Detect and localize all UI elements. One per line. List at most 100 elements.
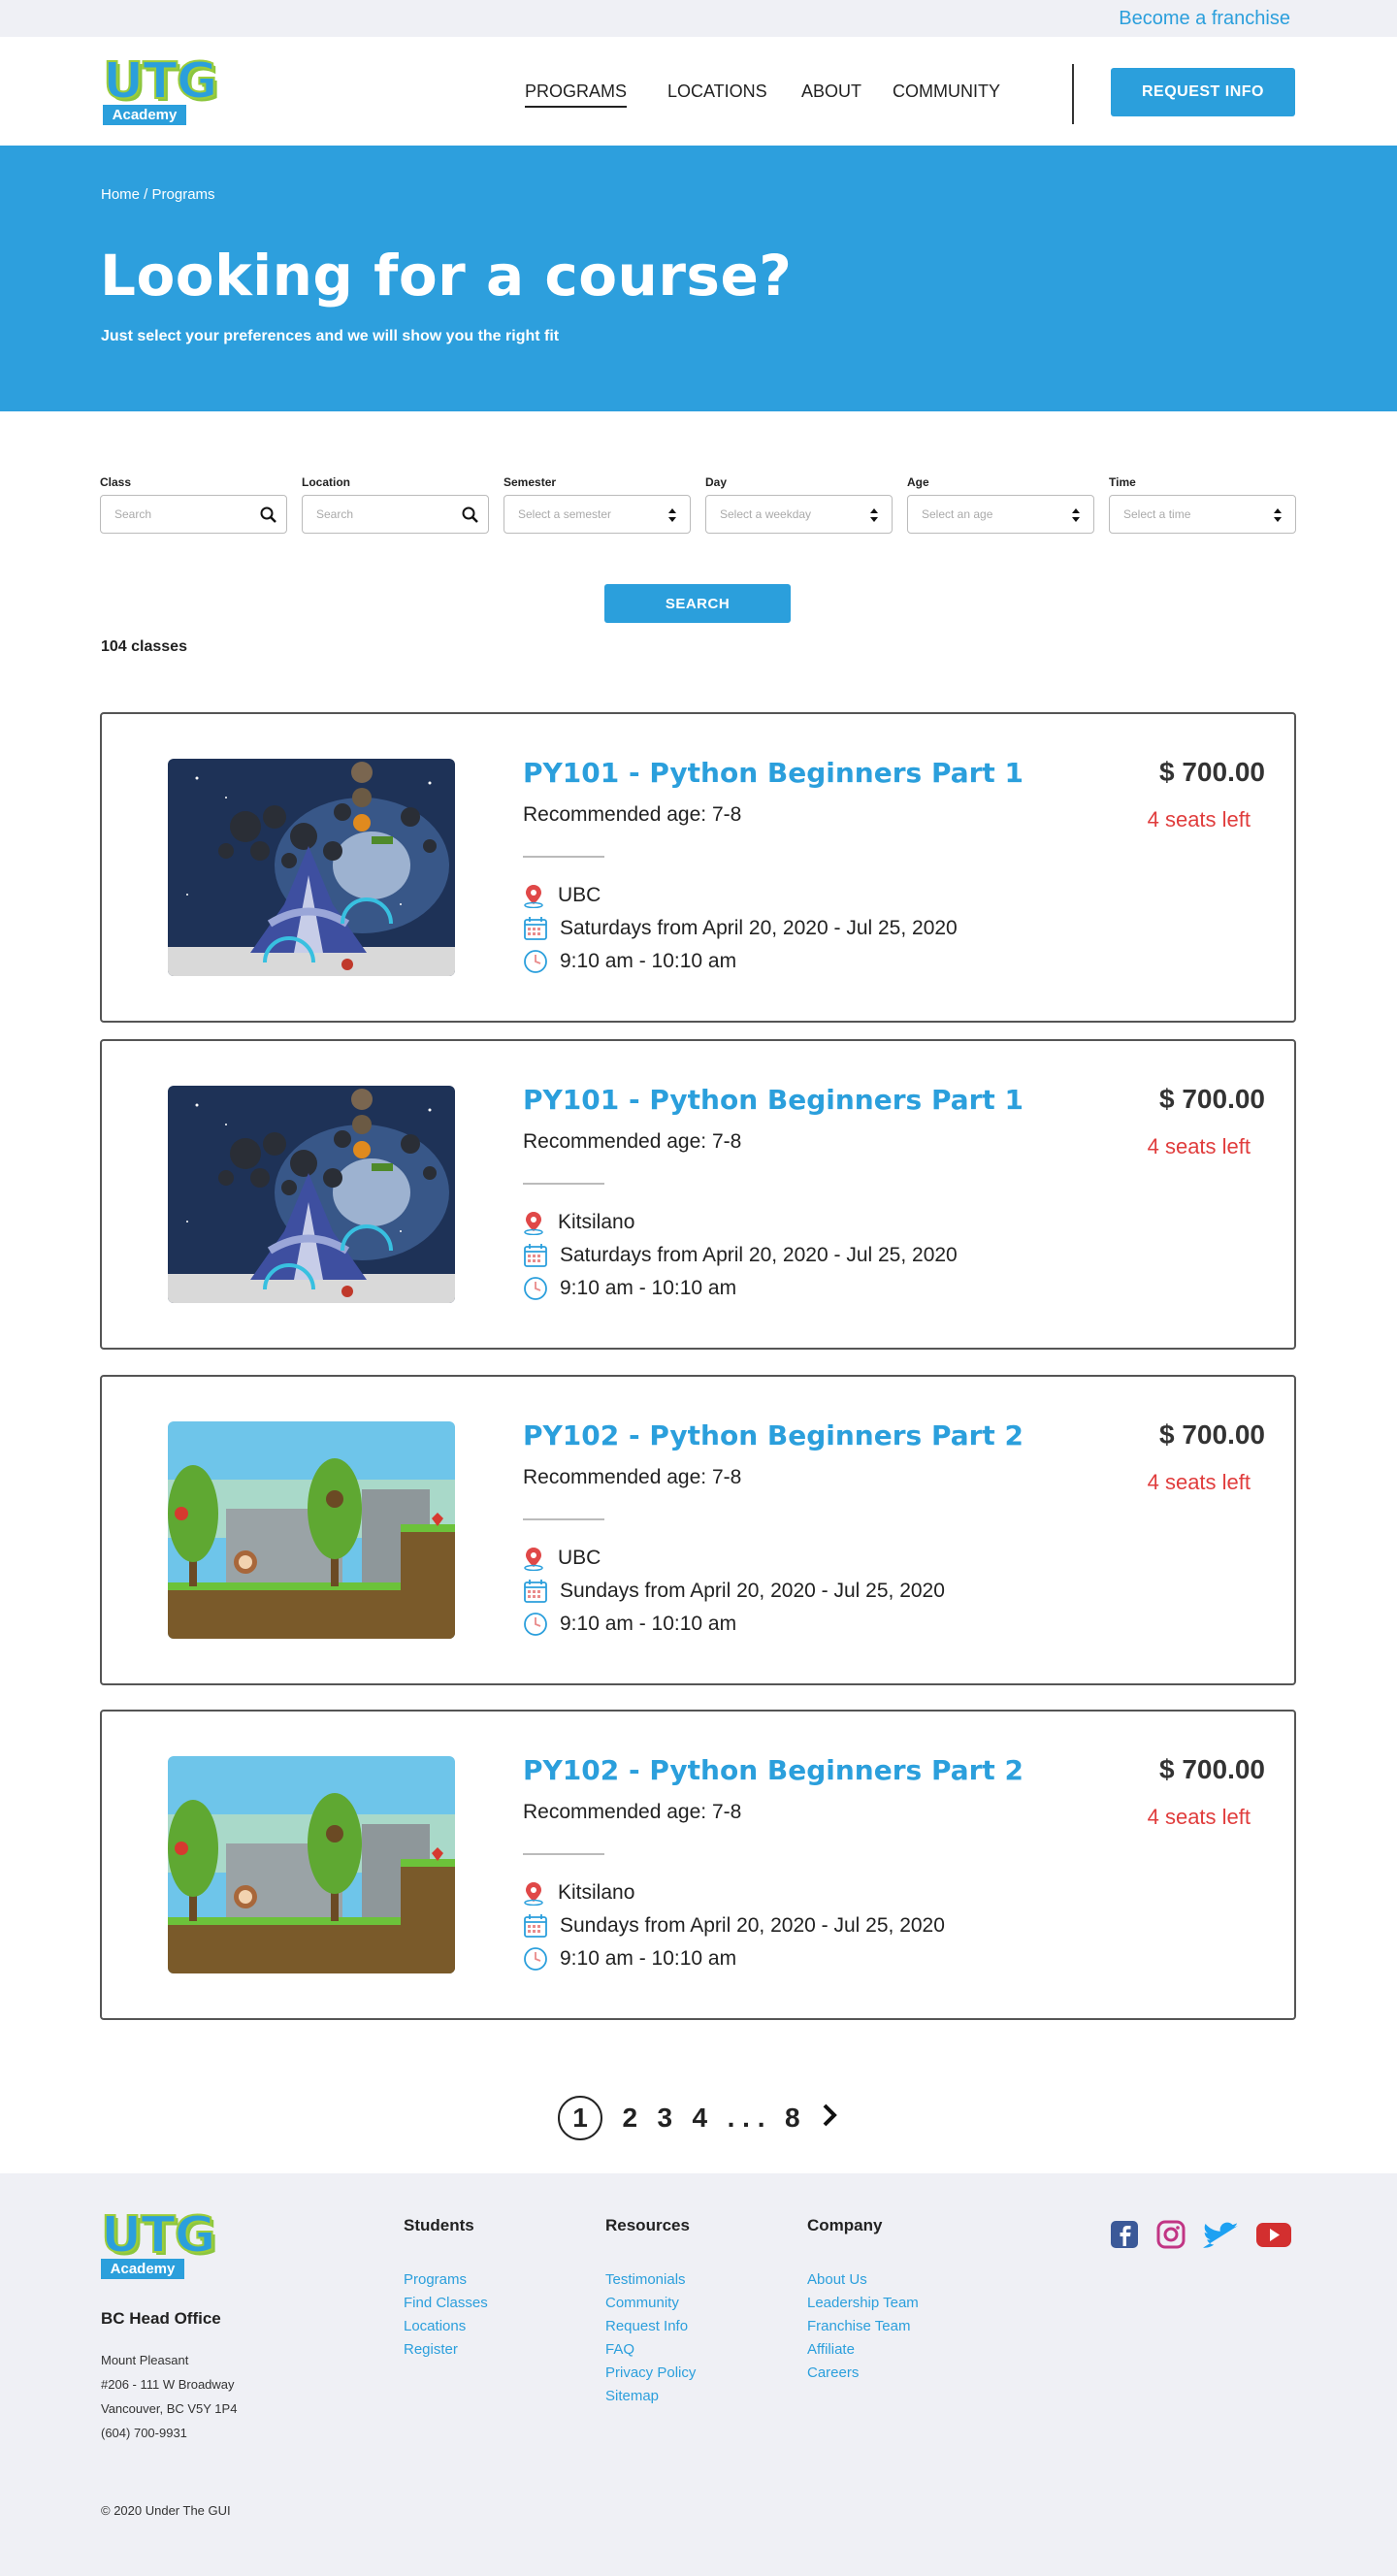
- chevron-right-icon[interactable]: [820, 2103, 839, 2135]
- nav-about[interactable]: ABOUT: [801, 82, 861, 102]
- request-info-button[interactable]: REQUEST INFO: [1111, 68, 1295, 116]
- divider: [523, 1853, 604, 1855]
- weekday-select[interactable]: Select a weekday: [705, 495, 893, 534]
- youtube-icon[interactable]: [1255, 2220, 1292, 2254]
- class-thumbnail: [168, 1756, 455, 1973]
- class-card[interactable]: PY101 - Python Beginners Part 1 Recommen…: [100, 712, 1296, 1023]
- time-text: 9:10 am - 10:10 am: [560, 1947, 737, 1970]
- footer-link[interactable]: Franchise Team: [807, 2315, 919, 2338]
- class-location: Kitsilano: [523, 1880, 634, 1906]
- space-shooter-image: [168, 759, 455, 976]
- schedule-text: Saturdays from April 20, 2020 - Jul 25, …: [560, 917, 958, 939]
- class-price: $ 700.00: [1159, 1754, 1265, 1784]
- footer-link[interactable]: FAQ: [605, 2338, 696, 2362]
- top-strip: Become a franchise: [0, 0, 1397, 37]
- location-search-input[interactable]: Search: [302, 495, 489, 534]
- search-icon[interactable]: [461, 505, 480, 525]
- class-time: 9:10 am - 10:10 am: [523, 1276, 736, 1301]
- class-card[interactable]: PY101 - Python Beginners Part 1 Recommen…: [100, 1039, 1296, 1350]
- footer-link[interactable]: Request Info: [605, 2315, 696, 2338]
- class-age: Recommended age: 7-8: [523, 1801, 742, 1823]
- sort-arrows-icon: [668, 508, 676, 522]
- placeholder: Select an age: [922, 507, 993, 521]
- class-schedule: Sundays from April 20, 2020 - Jul 25, 20…: [523, 1913, 945, 1939]
- class-time: 9:10 am - 10:10 am: [523, 1612, 736, 1637]
- nav-programs[interactable]: PROGRAMS: [525, 82, 628, 108]
- logo-subtitle: Academy: [101, 2259, 184, 2279]
- utg-academy-logo[interactable]: UTG Academy: [102, 53, 218, 125]
- footer-col-title: Resources: [605, 2216, 690, 2234]
- location-text: Kitsilano: [558, 1211, 635, 1233]
- seats-left: 4 seats left: [1147, 1805, 1251, 1829]
- search-button[interactable]: SEARCH: [604, 584, 791, 623]
- placeholder: Select a time: [1123, 507, 1191, 521]
- schedule-text: Sundays from April 20, 2020 - Jul 25, 20…: [560, 1914, 945, 1937]
- nav-community[interactable]: COMMUNITY: [893, 82, 1000, 102]
- class-title[interactable]: PY101 - Python Beginners Part 1: [523, 757, 1023, 789]
- time-text: 9:10 am - 10:10 am: [560, 1277, 737, 1299]
- footer-link[interactable]: Find Classes: [404, 2292, 488, 2315]
- footer-link[interactable]: Testimonials: [605, 2268, 696, 2292]
- footer-link[interactable]: Sitemap: [605, 2385, 696, 2408]
- seats-left: 4 seats left: [1147, 807, 1251, 831]
- class-location: UBC: [523, 883, 601, 908]
- filter-label: Day: [705, 475, 728, 489]
- twitter-icon[interactable]: [1203, 2220, 1238, 2254]
- page-4[interactable]: 4: [693, 2103, 708, 2134]
- results-count: 104 classes: [101, 638, 187, 655]
- utg-academy-logo[interactable]: UTG Academy: [100, 2207, 216, 2279]
- nav-locations[interactable]: LOCATIONS: [667, 82, 767, 102]
- footer-link[interactable]: About Us: [807, 2268, 919, 2292]
- page-1[interactable]: 1: [558, 2096, 603, 2140]
- calendar-icon: [524, 1579, 547, 1603]
- page-2[interactable]: 2: [622, 2103, 637, 2134]
- class-thumbnail: [168, 1421, 455, 1639]
- footer-link[interactable]: Programs: [404, 2268, 488, 2292]
- sort-arrows-icon: [870, 508, 878, 522]
- age-select[interactable]: Select an age: [907, 495, 1094, 534]
- class-search-input[interactable]: Search: [100, 495, 287, 534]
- footer-link[interactable]: Careers: [807, 2362, 919, 2385]
- logo-subtitle: Academy: [103, 105, 186, 125]
- class-card[interactable]: PY102 - Python Beginners Part 2 Recommen…: [100, 1375, 1296, 1685]
- page-subtitle: Just select your preferences and we will…: [101, 328, 560, 344]
- location-pin-icon: [524, 1881, 543, 1906]
- time-text: 9:10 am - 10:10 am: [560, 1613, 737, 1635]
- breadcrumb[interactable]: Home / Programs: [101, 186, 215, 203]
- become-franchise-link[interactable]: Become a franchise: [1119, 8, 1290, 30]
- instagram-icon[interactable]: [1156, 2220, 1186, 2254]
- time-select[interactable]: Select a time: [1109, 495, 1296, 534]
- nav-divider: [1072, 64, 1074, 124]
- class-title[interactable]: PY101 - Python Beginners Part 1: [523, 1084, 1023, 1116]
- class-card[interactable]: PY102 - Python Beginners Part 2 Recommen…: [100, 1710, 1296, 2020]
- page-3[interactable]: 3: [658, 2103, 673, 2134]
- footer-link[interactable]: Locations: [404, 2315, 488, 2338]
- schedule-text: Saturdays from April 20, 2020 - Jul 25, …: [560, 1244, 958, 1266]
- search-icon[interactable]: [259, 505, 278, 525]
- phone-number: (604) 700-9931: [101, 2426, 187, 2440]
- footer-link[interactable]: Community: [605, 2292, 696, 2315]
- footer-link[interactable]: Privacy Policy: [605, 2362, 696, 2385]
- footer-link[interactable]: Register: [404, 2338, 488, 2362]
- semester-select[interactable]: Select a semester: [504, 495, 691, 534]
- footer-col-company: Company About Us Leadership Team Franchi…: [807, 2216, 919, 2385]
- footer-link[interactable]: Leadership Team: [807, 2292, 919, 2315]
- class-title[interactable]: PY102 - Python Beginners Part 2: [523, 1419, 1023, 1451]
- footer-link[interactable]: Affiliate: [807, 2338, 919, 2362]
- divider: [523, 1518, 604, 1520]
- page-8[interactable]: 8: [785, 2103, 800, 2134]
- schedule-text: Sundays from April 20, 2020 - Jul 25, 20…: [560, 1580, 945, 1602]
- social-links: [1092, 2220, 1292, 2254]
- filter-label: Location: [302, 475, 350, 489]
- divider: [523, 1183, 604, 1185]
- facebook-icon[interactable]: [1110, 2220, 1139, 2254]
- class-title[interactable]: PY102 - Python Beginners Part 2: [523, 1754, 1023, 1786]
- filter-location: Location Search: [302, 475, 489, 534]
- clock-icon: [524, 1277, 547, 1300]
- office-address: Mount Pleasant #206 - 111 W Broadway Van…: [101, 2348, 237, 2445]
- filter-panel: Class Search Location Search Semester Se…: [0, 411, 1397, 655]
- hero-banner: Home / Programs Looking for a course? Ju…: [0, 146, 1397, 411]
- class-age: Recommended age: 7-8: [523, 1130, 742, 1153]
- calendar-icon: [524, 916, 547, 940]
- class-thumbnail: [168, 1086, 455, 1303]
